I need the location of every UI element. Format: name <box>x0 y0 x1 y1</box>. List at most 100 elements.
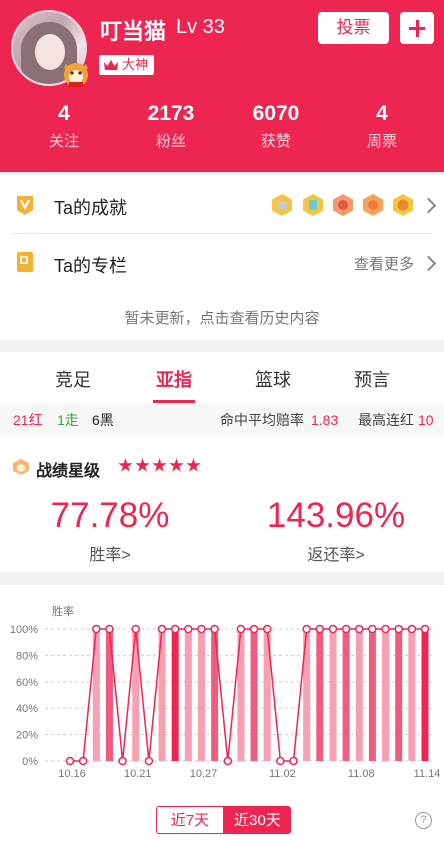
data-point <box>420 624 430 634</box>
tab-jingzu[interactable]: 竞足 <box>38 366 108 392</box>
data-point <box>355 624 364 634</box>
record-bar: 21红 1走 6黑 命中平均赔率 1.83 最高连红 10 <box>0 404 444 436</box>
y-tick-label: 20% <box>16 730 38 742</box>
tiger-mascot-icon <box>64 63 88 87</box>
data-point <box>197 624 206 634</box>
bar <box>171 629 179 761</box>
rating-title: 战绩星级 <box>36 463 101 480</box>
stat-label: 粉丝 <box>155 133 186 150</box>
rating-stars <box>118 458 201 473</box>
bar <box>382 629 390 761</box>
profile-header: 叮当猫 Lv 33 大神 投票 4 关注 2173 粉丝 6070 获赞 4 周… <box>0 0 444 172</box>
star-icon <box>118 458 133 472</box>
avg-odds-value: 1.83 <box>311 412 339 428</box>
y-tick-label: 100% <box>10 624 38 636</box>
x-tick-label: 11.02 <box>269 768 296 780</box>
data-point <box>381 624 390 634</box>
active-tab-indicator <box>153 400 195 403</box>
range-30-days-button[interactable]: 近30天 <box>224 806 291 834</box>
username: 叮当猫 <box>100 19 167 44</box>
star-icon <box>135 458 150 472</box>
x-tick-label: 10.21 <box>124 768 152 780</box>
streak-label: 最高连红 <box>358 412 414 428</box>
badge-label: 大神 <box>122 57 149 72</box>
data-point <box>223 756 233 766</box>
bar <box>408 629 416 761</box>
data-point <box>249 624 259 634</box>
bar <box>250 629 258 761</box>
data-point <box>184 624 193 634</box>
tab-basketball[interactable]: 篮球 <box>238 366 308 392</box>
bar <box>329 629 337 761</box>
achievement-medal-5-icon <box>393 194 413 216</box>
vote-button[interactable]: 投票 <box>318 12 389 44</box>
achievement-medal-1-icon <box>272 194 292 216</box>
y-axis-label: 胜率 <box>52 604 74 618</box>
stat-following[interactable]: 4 关注 <box>19 102 109 151</box>
win-rate-chart: 胜率 0% 20% 40% 60% 80% 100% 10.16 10.21 10.27 11.02… <box>10 604 441 780</box>
stat-value: 4 <box>376 102 388 125</box>
achievement-medal-4-icon <box>363 194 383 216</box>
stat-weekly-votes[interactable]: 4 周票 <box>337 102 427 151</box>
user-level: Lv 33 <box>176 16 225 38</box>
master-badge: 大神 <box>99 55 155 75</box>
win-rate-value: 77.78% <box>50 496 170 535</box>
x-tick-label: 11.14 <box>414 768 441 780</box>
data-point <box>78 756 88 766</box>
bar <box>355 629 363 761</box>
bar <box>342 629 350 761</box>
avg-odds-label: 命中平均赔率 <box>220 412 304 428</box>
x-tick-label: 11.08 <box>348 768 375 780</box>
crown-icon <box>104 60 118 70</box>
data-point <box>276 756 285 766</box>
data-point <box>236 624 246 634</box>
bar <box>197 629 205 761</box>
data-point <box>210 624 219 634</box>
column-empty-hint[interactable]: 暂未更新，点击查看历史内容 <box>0 307 444 328</box>
stat-fans[interactable]: 2173 粉丝 <box>126 102 216 151</box>
achievements-title: Ta的成就 <box>54 198 128 218</box>
record-red: 21红 <box>13 412 43 428</box>
achievement-medal-3-icon <box>333 194 353 216</box>
y-tick-label: 0% <box>22 756 38 768</box>
stat-value: 2173 <box>147 102 195 125</box>
bar <box>421 629 429 761</box>
y-tick-label: 60% <box>16 677 38 689</box>
bar <box>316 629 324 761</box>
streak-value: 10 <box>418 412 434 428</box>
data-point <box>65 756 75 766</box>
return-rate-link[interactable]: 返还率> <box>236 541 436 565</box>
tab-prediction[interactable]: 预言 <box>337 366 407 392</box>
x-tick-label: 10.16 <box>58 768 86 780</box>
stat-value: 6070 <box>252 102 300 125</box>
see-more-link[interactable]: 查看更多 <box>354 253 414 274</box>
star-icon <box>169 458 184 472</box>
data-point <box>157 624 167 634</box>
win-rate-link[interactable]: 胜率> <box>10 541 210 565</box>
stat-label: 关注 <box>48 133 79 150</box>
range-7-days-button[interactable]: 近7天 <box>156 806 224 834</box>
tab-yazhi[interactable]: 亚指 <box>139 366 209 392</box>
x-tick-label: 10.27 <box>190 768 218 780</box>
stat-likes[interactable]: 6070 获赞 <box>231 102 321 151</box>
data-point <box>394 624 403 634</box>
return-rate-value: 143.96% <box>266 496 406 535</box>
star-icon <box>186 458 201 472</box>
column-icon <box>17 252 33 272</box>
data-point <box>105 624 114 634</box>
data-point <box>302 624 311 634</box>
y-tick-label: 40% <box>16 703 38 715</box>
data-point <box>144 756 154 766</box>
star-icon <box>152 458 167 472</box>
data-point <box>262 624 272 634</box>
y-tick-label: 80% <box>16 650 38 662</box>
help-icon[interactable]: ? <box>415 812 432 829</box>
rating-cube-icon <box>13 459 29 475</box>
bar <box>184 629 192 761</box>
record-black: 6黑 <box>92 412 114 428</box>
follow-plus-button[interactable] <box>400 12 434 44</box>
achievement-medal-2-icon <box>303 194 323 216</box>
data-point <box>131 624 140 634</box>
data-point <box>170 624 180 634</box>
record-draw: 1走 <box>57 412 79 428</box>
